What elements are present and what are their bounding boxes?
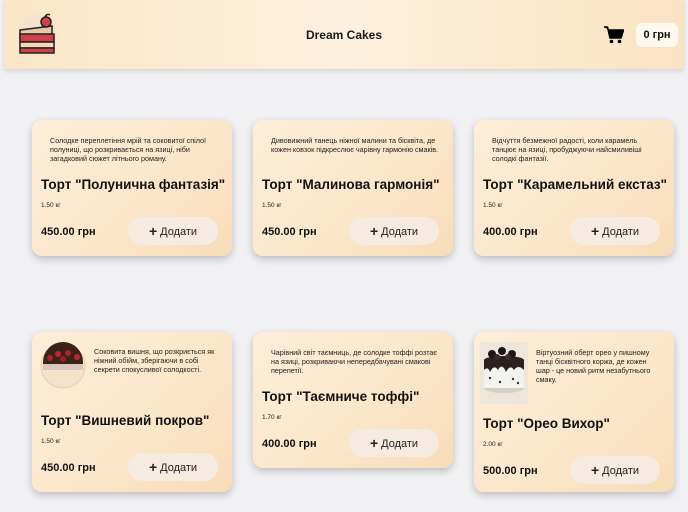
product-card: Чарівний світ таємниць, де солодке тоффі… [253, 332, 453, 468]
product-description: Соковита вишня, що розкриється як ніжний… [94, 347, 215, 374]
add-to-cart-button[interactable]: + Додати [570, 456, 660, 484]
add-to-cart-button[interactable]: + Додати [349, 429, 439, 457]
product-price: 450.00 грн [262, 226, 317, 238]
product-title: Торт "Орео Вихор" [483, 416, 610, 431]
brand-title: Dream Cakes [305, 28, 383, 42]
product-weight: 1.50 кг [483, 202, 503, 209]
add-to-cart-button[interactable]: + Додати [570, 217, 660, 245]
plus-icon: + [369, 223, 379, 239]
product-description: Чарівний світ таємниць, де солодке тоффі… [271, 348, 438, 375]
product-card: Відчуття безмежної радості, коли карамел… [474, 120, 674, 256]
product-title: Торт "Малинова гармонія" [262, 177, 440, 192]
product-price: 400.00 грн [483, 226, 538, 238]
plus-icon: + [148, 223, 158, 239]
product-price: 400.00 грн [262, 438, 317, 450]
product-card: Соковита вишня, що розкриється як ніжний… [32, 332, 232, 492]
cart-balance[interactable]: 0 грн [636, 23, 678, 47]
product-price: 450.00 грн [41, 226, 96, 238]
product-price: 450.00 грн [41, 462, 96, 474]
add-to-cart-button[interactable]: + Додати [128, 453, 218, 481]
product-description: Віртуозний оберт орео у пишному танці бі… [536, 348, 651, 384]
product-weight: 2.00 кг [483, 441, 503, 448]
product-title: Торт "Вишневий покров" [41, 413, 210, 428]
product-card: Віртуозний оберт орео у пишному танці бі… [474, 332, 674, 492]
header: Dream Cakes 0 грн [4, 0, 684, 69]
cherry-cake-image [40, 340, 88, 392]
product-description: Дивовижний танець ніжної малини та біскв… [271, 136, 439, 154]
product-card: Дивовижний танець ніжної малини та біскв… [253, 120, 453, 256]
product-title: Торт "Полунична фантазія" [41, 177, 226, 192]
product-weight: 1.50 кг [262, 202, 282, 209]
shopping-cart-icon[interactable] [604, 26, 625, 44]
product-title: Торт "Таємниче тоффі" [262, 389, 420, 404]
add-to-cart-button[interactable]: + Додати [349, 217, 439, 245]
product-description: Солодке переплетіння мрій та соковитої с… [50, 136, 207, 163]
add-to-cart-button[interactable]: + Додати [128, 217, 218, 245]
product-price: 500.00 грн [483, 465, 538, 477]
oreo-cake-image [480, 342, 528, 404]
product-card: Солодке переплетіння мрій та соковитої с… [32, 120, 232, 256]
product-description: Відчуття безмежної радості, коли карамел… [492, 136, 642, 163]
product-title: Торт "Карамельний екстаз" [483, 177, 668, 192]
product-weight: 1.70 кг [262, 414, 282, 421]
plus-icon: + [590, 462, 600, 478]
product-weight: 1.50 кг [41, 438, 61, 445]
product-weight: 1.50 кг [41, 202, 61, 209]
plus-icon: + [590, 223, 600, 239]
plus-icon: + [148, 459, 158, 475]
plus-icon: + [369, 435, 379, 451]
